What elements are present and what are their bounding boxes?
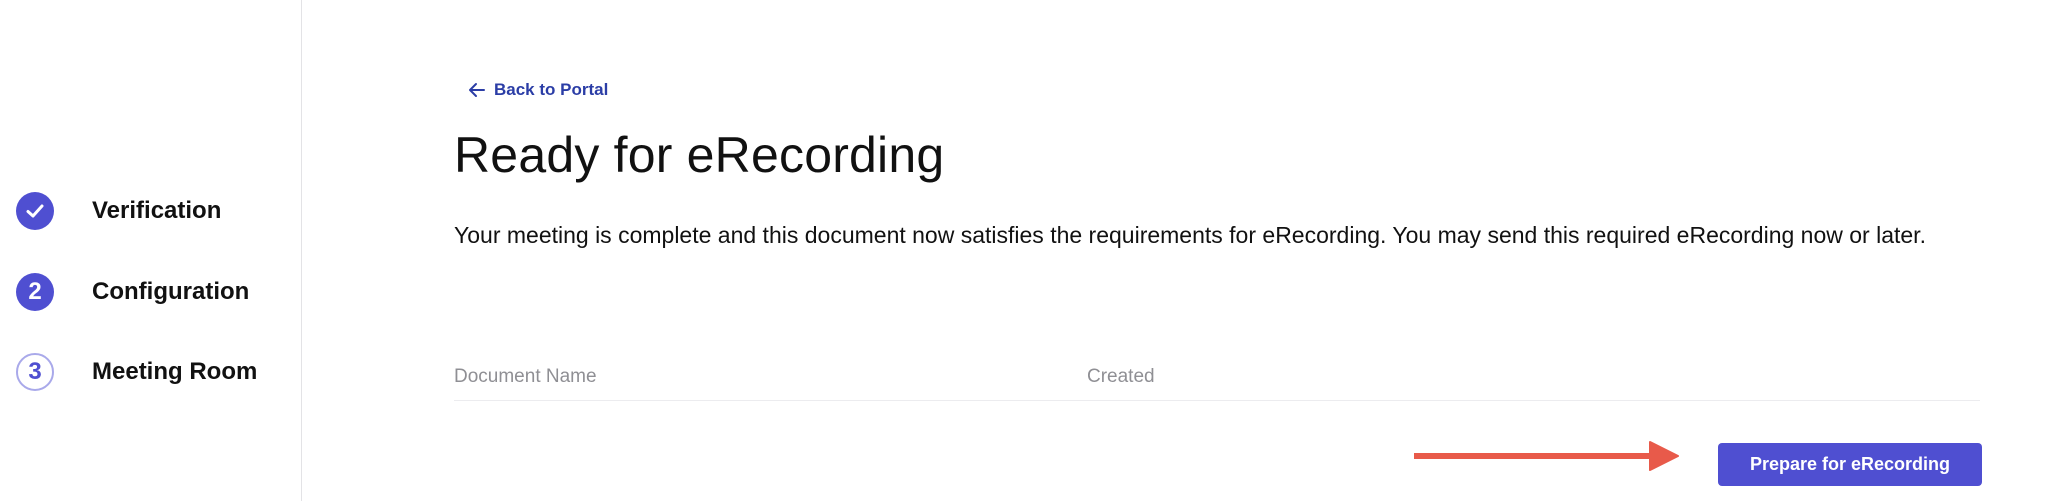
arrow-left-icon xyxy=(469,83,485,97)
main-content: Back to Portal Ready for eRecording Your… xyxy=(454,0,1984,501)
step-label: Meeting Room xyxy=(92,358,258,385)
page-title: Ready for eRecording xyxy=(454,127,945,183)
table-header: Document Name Created xyxy=(454,366,1980,401)
check-icon xyxy=(16,192,54,230)
annotation-arrow-icon xyxy=(1414,441,1679,471)
back-link-label: Back to Portal xyxy=(494,80,609,99)
back-to-portal-link[interactable]: Back to Portal xyxy=(468,80,608,100)
sidebar: Verification 2 Configuration 3 Meeting R… xyxy=(0,0,302,501)
step-verification[interactable]: Verification xyxy=(16,192,221,230)
step-label: Verification xyxy=(92,197,222,224)
prepare-for-erecording-button[interactable]: Prepare for eRecording xyxy=(1718,443,1982,486)
step-number: 2 xyxy=(16,273,54,311)
column-header-created[interactable]: Created xyxy=(1087,366,1155,388)
page-description: Your meeting is complete and this docume… xyxy=(454,222,1926,248)
column-header-document-name[interactable]: Document Name xyxy=(454,366,597,388)
step-meeting-room[interactable]: 3 Meeting Room xyxy=(16,353,257,391)
step-configuration[interactable]: 2 Configuration xyxy=(16,273,249,311)
step-label: Configuration xyxy=(92,278,250,305)
app-root: Verification 2 Configuration 3 Meeting R… xyxy=(0,0,2048,501)
step-number: 3 xyxy=(16,353,54,391)
